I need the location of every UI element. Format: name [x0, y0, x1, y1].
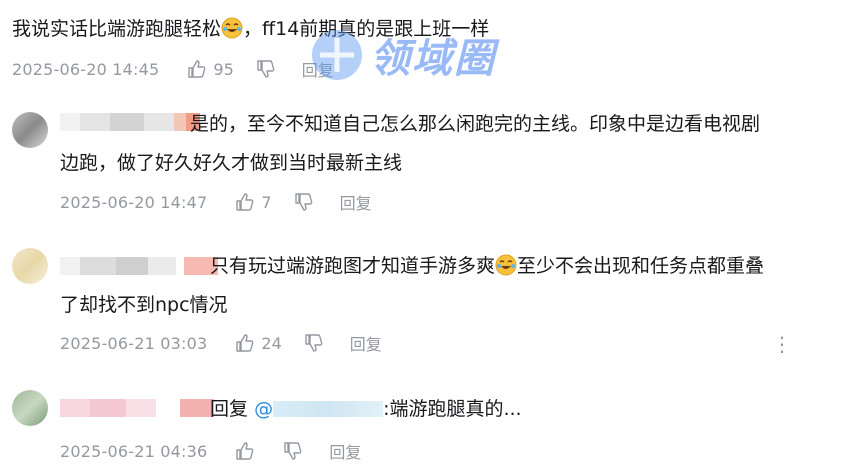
reply-button[interactable]: 回复	[302, 57, 334, 81]
like-button[interactable]: 7	[235, 192, 272, 212]
thumbs-up-icon	[188, 60, 206, 78]
reply-text-line2: 边跑，做了好久好久才做到当时最新主线	[60, 152, 403, 174]
username-blurred[interactable]	[60, 113, 200, 131]
comment-date: 2025-06-21 04:36	[60, 441, 208, 461]
like-count: 24	[261, 333, 282, 353]
reply-button[interactable]: 回复	[340, 190, 372, 214]
reply-button[interactable]: 回复	[350, 331, 382, 355]
dislike-button[interactable]	[304, 333, 324, 353]
reply-button[interactable]: 回复	[329, 439, 361, 463]
reply-body: :端游跑腿真的...	[383, 398, 522, 420]
mention-name-blurred	[273, 401, 384, 417]
like-button[interactable]: 95	[187, 59, 234, 79]
reply-text-line2: 了却找不到npc情况	[60, 294, 228, 316]
mention-link[interactable]: @	[254, 398, 384, 420]
thumbs-up-icon	[236, 442, 254, 460]
avatar[interactable]	[12, 112, 48, 148]
comment-date: 2025-06-20 14:47	[60, 192, 208, 212]
thumbs-down-icon	[257, 60, 275, 78]
thumbs-up-icon	[236, 193, 254, 211]
top-comment-text: 我说实话比端游跑腿轻松 ，ff14前期真的是跟上班一样	[12, 16, 489, 42]
reply-text: 回复 @:端游跑腿真的...	[210, 396, 522, 422]
comment-date: 2025-06-20 14:45	[12, 59, 160, 79]
like-button[interactable]	[235, 441, 261, 461]
thumbs-down-icon	[294, 193, 312, 211]
thumbs-down-icon	[284, 442, 302, 460]
reply-text-line1: 是的，至今不知道自己怎么那么闲跑完的主线。印象中是边看电视剧	[190, 113, 761, 135]
reply-text-before: 只有玩过端游跑图才知道手游多爽	[210, 255, 496, 277]
like-button[interactable]: 24	[235, 333, 282, 353]
avatar[interactable]	[12, 390, 48, 426]
username-blurred[interactable]	[60, 399, 214, 417]
top-comment-text-after: ，ff14前期真的是跟上班一样	[243, 18, 490, 40]
reply-meta: 2025-06-21 04:36 回复	[60, 439, 361, 463]
reply-meta: 2025-06-20 14:47 7 回复	[60, 190, 372, 214]
laugh-cry-emoji-icon	[495, 254, 517, 276]
more-options-icon[interactable]: ⋮	[772, 334, 792, 354]
dislike-button[interactable]	[283, 441, 303, 461]
laugh-cry-emoji-icon	[221, 17, 243, 39]
reply-text-line1: 只有玩过端游跑图才知道手游多爽 至少不会出现和任务点都重叠	[210, 253, 764, 279]
thumbs-down-icon	[305, 334, 323, 352]
thumbs-up-icon	[236, 334, 254, 352]
avatar[interactable]	[12, 248, 48, 284]
reply-prefix: 回复	[210, 398, 249, 420]
like-count: 7	[261, 192, 272, 212]
top-comment-meta: 2025-06-20 14:45 95 回复	[12, 57, 334, 81]
top-comment-text-before: 我说实话比端游跑腿轻松	[12, 18, 222, 40]
dislike-button[interactable]	[256, 59, 276, 79]
username-blurred[interactable]	[60, 257, 218, 275]
reply-meta: 2025-06-21 03:03 24 回复	[60, 331, 382, 355]
dislike-button[interactable]	[294, 192, 314, 212]
comment-date: 2025-06-21 03:03	[60, 333, 208, 353]
reply-text-after: 至少不会出现和任务点都重叠	[517, 255, 765, 277]
like-count: 95	[213, 59, 234, 79]
